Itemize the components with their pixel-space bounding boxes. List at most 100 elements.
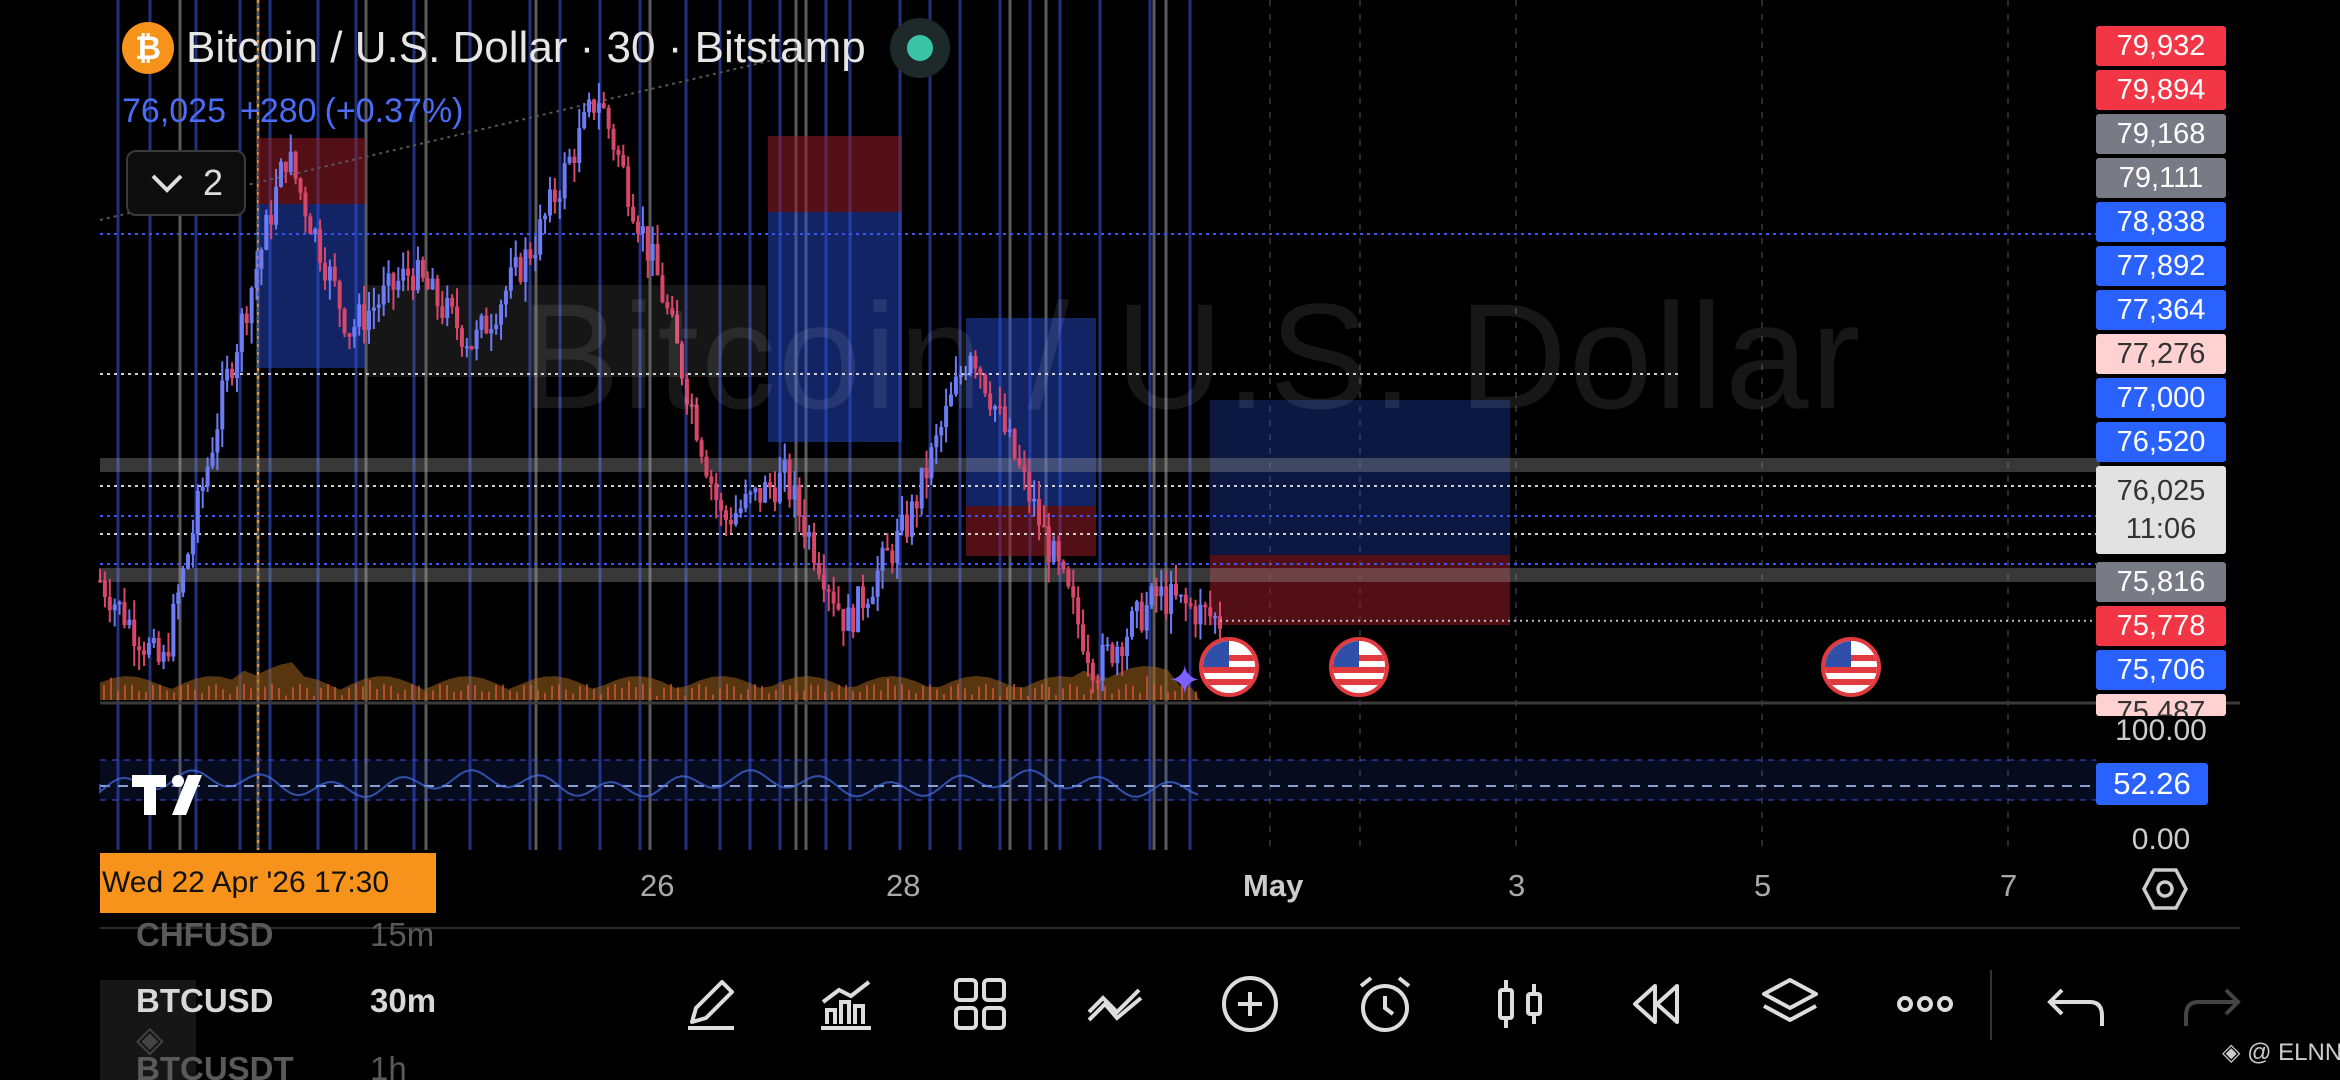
candle-body <box>244 313 249 324</box>
layers-button[interactable] <box>1745 962 1835 1046</box>
replay-button[interactable] <box>1610 962 1700 1046</box>
us-event-flag-icon[interactable] <box>1329 637 1389 697</box>
layout-button[interactable] <box>935 962 1025 1046</box>
candle-body <box>430 278 435 290</box>
candle-body <box>318 229 323 263</box>
chart-settings-button[interactable] <box>2142 866 2188 912</box>
add-button[interactable] <box>1205 962 1295 1046</box>
candle-body <box>1017 458 1022 466</box>
drawings-button[interactable] <box>1070 962 1160 1046</box>
candle-body <box>259 249 264 269</box>
us-event-flag-icon[interactable] <box>1821 637 1881 697</box>
market-status-icon[interactable] <box>889 18 950 78</box>
candle-body <box>909 501 914 537</box>
watchlist-row[interactable]: CHFUSD 15m <box>136 920 476 956</box>
candle-body <box>1203 604 1208 608</box>
candle-body <box>234 352 239 379</box>
candle-body <box>1125 636 1130 657</box>
chart-type-button[interactable] <box>1475 962 1565 1046</box>
candle-body <box>763 482 768 503</box>
candle-body <box>792 485 797 500</box>
candle-body <box>249 287 254 324</box>
chart-header[interactable]: ₿ Bitcoin / U.S. Dollar · 30 · Bitstamp <box>122 18 950 78</box>
watchlist-panel[interactable]: CHFUSD 15m BTCUSD 30m ◈ BTCUSDT 1h <box>100 920 480 1080</box>
candle-body <box>357 304 362 327</box>
candle-body <box>719 500 724 511</box>
redo-button[interactable] <box>2168 970 2248 1040</box>
candle-body <box>401 268 406 281</box>
redo-icon <box>2184 988 2241 1026</box>
candle-body <box>464 346 469 349</box>
candle-body <box>342 308 347 334</box>
current-price-value: 76,025 <box>2116 475 2206 507</box>
candle-body <box>425 277 430 290</box>
candle-body <box>812 532 817 563</box>
last-price: 76,025 <box>122 92 226 130</box>
candle-body <box>709 476 714 484</box>
candle-body <box>1066 569 1071 587</box>
stop-zone <box>768 136 902 212</box>
candle-body <box>816 562 821 575</box>
candle-body <box>352 326 357 337</box>
draw-button[interactable] <box>665 962 755 1046</box>
us-event-flag-icon[interactable] <box>1199 637 1259 697</box>
drawings-icon <box>1087 988 1143 1022</box>
candle-body <box>724 510 729 520</box>
candle-body <box>420 260 425 278</box>
more-button[interactable] <box>1880 962 1970 1046</box>
candle-body <box>1178 594 1183 597</box>
candle-body <box>396 280 401 290</box>
candle-body <box>831 591 836 604</box>
price-level-label: 76,520 <box>2096 422 2226 462</box>
time-tick: 28 <box>886 868 921 903</box>
candle-body <box>1041 525 1046 528</box>
candle-body <box>474 329 479 349</box>
price-summary: 76,025 +280 (+0.37%) <box>122 92 478 131</box>
candle-body <box>376 304 381 308</box>
candle-body <box>112 604 117 611</box>
candle-body <box>577 127 582 163</box>
candle-body <box>181 568 186 593</box>
candle-body <box>885 547 890 551</box>
alert-button[interactable] <box>1340 962 1430 1046</box>
level-band <box>100 568 2100 582</box>
symbol-title[interactable]: Bitcoin / U.S. Dollar · 30 · Bitstamp <box>186 23 866 73</box>
price-level-label: 78,838 <box>2096 202 2226 242</box>
candle-body <box>254 268 259 288</box>
candle-body <box>1027 472 1032 502</box>
author-credit: ◈ @ ELNN <box>2222 1038 2340 1067</box>
candle-body <box>601 103 606 108</box>
candle-body <box>547 189 552 216</box>
rewind-icon <box>1633 984 1679 1024</box>
price-level-label: 75,778 <box>2096 606 2226 646</box>
candle-body <box>494 324 499 329</box>
candle-body <box>132 619 137 647</box>
candle-body <box>459 328 464 347</box>
candle-body <box>156 638 161 662</box>
oscillator-top-label: 100.00 <box>2115 714 2207 747</box>
candle-body <box>1173 583 1178 596</box>
candle-body <box>161 652 166 662</box>
candle-body <box>543 215 548 220</box>
candle-body <box>924 467 929 479</box>
undo-button[interactable] <box>2040 970 2120 1040</box>
candle-body <box>1198 604 1203 625</box>
candle-body <box>728 519 733 525</box>
indicators-icon <box>821 980 871 1030</box>
candle-body <box>1046 526 1051 563</box>
watchlist-row[interactable]: BTCUSDT 1h <box>136 1050 476 1080</box>
candle-body <box>117 601 122 605</box>
candle-body <box>381 285 386 305</box>
candle-body <box>895 530 900 563</box>
watchlist-row[interactable]: BTCUSD 30m <box>136 982 476 1022</box>
candle-body <box>929 447 934 479</box>
candle-body <box>860 586 865 608</box>
candle-body <box>787 459 792 500</box>
indicators-collapse-button[interactable]: 2 <box>126 150 246 216</box>
indicators-button[interactable] <box>800 962 890 1046</box>
candle-body <box>166 652 171 657</box>
watchlist-symbol: BTCUSDT <box>136 1050 294 1080</box>
candle-body <box>841 609 846 631</box>
candle-body <box>1149 586 1154 606</box>
price-chart[interactable] <box>0 0 2340 1080</box>
